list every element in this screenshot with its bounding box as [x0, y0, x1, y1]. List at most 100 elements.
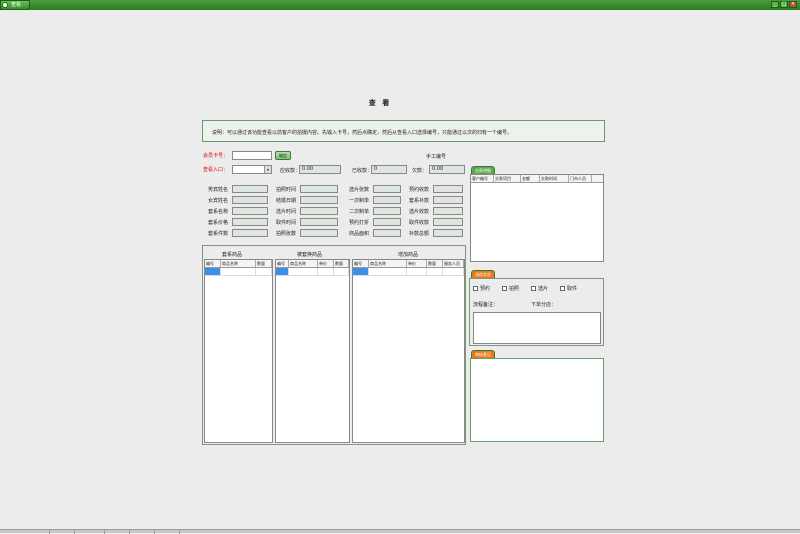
extra-table-title: 被套换商品: [297, 252, 323, 258]
title-bar: [0, 0, 800, 10]
info-field: [300, 218, 338, 226]
description-box: 说明：可以通过该功能查看以前客户的拍摄内容。先输入卡号，然后点确定，然后从查看入…: [202, 120, 605, 142]
info-field: [373, 196, 401, 204]
info-label: 男宾姓名: [208, 186, 229, 193]
taskbar-item[interactable]: [105, 530, 130, 534]
info-label: 预约收款: [409, 186, 430, 193]
info-field: [232, 207, 268, 215]
info-label: 女宾姓名: [208, 197, 229, 204]
info-field: [373, 229, 401, 237]
col-header: 交款项目: [494, 175, 521, 182]
col-header: 门市人员: [569, 175, 592, 182]
check-select[interactable]: 选片: [531, 285, 548, 292]
process-checks: 预约 拍照 选片 取件: [473, 285, 577, 292]
taskbar-item[interactable]: [130, 530, 155, 534]
owed-label: 欠款：: [412, 168, 428, 174]
page-title: 查 看: [368, 99, 392, 107]
info-col-3: 选片张数 一次制单 二次制单 预约打折 商品面积: [349, 185, 401, 237]
col-header: 服务人员: [443, 260, 464, 267]
table-row[interactable]: [205, 268, 272, 276]
check-pickup[interactable]: 取件: [560, 285, 577, 292]
taskbar: [0, 529, 800, 534]
info-label: 二次制单: [349, 208, 370, 215]
process-note-label: 流程备注：: [473, 302, 499, 308]
process-note-input[interactable]: [473, 312, 601, 344]
info-label: 选片张数: [349, 186, 370, 193]
received-label: 已收款：: [352, 168, 373, 174]
info-field: [433, 229, 463, 237]
col-header: 编号: [205, 260, 221, 267]
col-header: 编号: [353, 260, 369, 267]
info-col-2: 拍照时间 结婚日期 选片时间 取件时间 拍照张数: [276, 185, 338, 237]
minimize-button[interactable]: _: [771, 1, 779, 8]
taskbar-item[interactable]: [155, 530, 180, 534]
checkbox-icon[interactable]: [560, 286, 566, 291]
tab-process[interactable]: 流程状态: [471, 270, 495, 278]
received-field: 0: [371, 165, 407, 174]
col-header: 金额: [521, 175, 540, 182]
info-field: [433, 218, 463, 226]
info-panel: 男宾姓名 女宾姓名 套系名称 套系价格 套系件数 拍照时间 结婚日期 选片时间 …: [202, 178, 466, 244]
info-label: 商品面积: [349, 230, 370, 237]
info-field: [300, 185, 338, 193]
col-header: 交款时间: [540, 175, 569, 182]
info-field: [373, 185, 401, 193]
info-field: [232, 218, 268, 226]
tab-payments[interactable]: 交款明细: [471, 166, 495, 174]
receivable-field: 0.00: [299, 165, 341, 174]
col-header: 商品名称: [369, 260, 407, 267]
checkbox-icon[interactable]: [502, 286, 508, 291]
info-field: [300, 207, 338, 215]
info-field: [373, 207, 401, 215]
card-input[interactable]: [232, 151, 272, 160]
info-field: [433, 196, 463, 204]
info-field: [232, 196, 268, 204]
tab-review[interactable]: 审核意见: [471, 350, 495, 358]
extra-table[interactable]: 编号 商品名称 单价 数量: [275, 259, 350, 443]
info-label: 套系价格: [208, 219, 229, 226]
check-reserve[interactable]: 预约: [473, 285, 490, 292]
info-label: 套系补款: [409, 197, 430, 204]
taskbar-item[interactable]: [25, 530, 50, 534]
checkbox-icon[interactable]: [531, 286, 537, 291]
confirm-button[interactable]: 确定: [275, 151, 291, 160]
app-icon: [2, 2, 8, 8]
checkbox-icon[interactable]: [473, 286, 478, 291]
entry-label: 查看入口：: [203, 167, 229, 173]
col-header: 数量: [256, 260, 272, 267]
package-table[interactable]: 编号 商品名称 数量: [204, 259, 273, 443]
info-field: [433, 185, 463, 193]
review-textarea[interactable]: [470, 358, 604, 442]
col-header: 数量: [334, 260, 349, 267]
process-panel: 预约 拍照 选片 取件 流程备注： 下单分店：: [469, 278, 604, 346]
info-field: [300, 229, 338, 237]
info-field: [373, 218, 401, 226]
info-field: [300, 196, 338, 204]
info-label: 补款总额: [409, 230, 430, 237]
col-header: 商品名称: [289, 260, 318, 267]
info-label: 选片收款: [409, 208, 430, 215]
close-button[interactable]: ×: [789, 1, 797, 8]
table-row[interactable]: [353, 268, 464, 276]
info-field: [232, 185, 268, 193]
receivable-label: 应收款：: [280, 168, 301, 174]
chevron-down-icon[interactable]: ▾: [264, 166, 271, 173]
col-header: 编号: [276, 260, 289, 267]
maximize-button[interactable]: □: [780, 1, 788, 8]
info-field: [232, 229, 268, 237]
info-label: 套系名称: [208, 208, 229, 215]
info-label: 选片时间: [276, 208, 297, 215]
col-header: 单价: [407, 260, 427, 267]
payments-table[interactable]: 客户编号 交款项目 金额 交款时间 门市人员: [470, 174, 604, 262]
taskbar-item[interactable]: [50, 530, 75, 534]
info-label: 取件时间: [276, 219, 297, 226]
owed-field: 0.00: [429, 165, 465, 174]
card-label: 会员卡号：: [203, 153, 229, 159]
info-label: 结婚日期: [276, 197, 297, 204]
col-header: 商品名称: [221, 260, 256, 267]
check-photo[interactable]: 拍照: [502, 285, 519, 292]
added-table[interactable]: 编号 商品名称 单价 数量 服务人员: [352, 259, 465, 443]
info-label: 预约打折: [349, 219, 370, 226]
taskbar-item[interactable]: [75, 530, 105, 534]
table-row[interactable]: [276, 268, 349, 276]
